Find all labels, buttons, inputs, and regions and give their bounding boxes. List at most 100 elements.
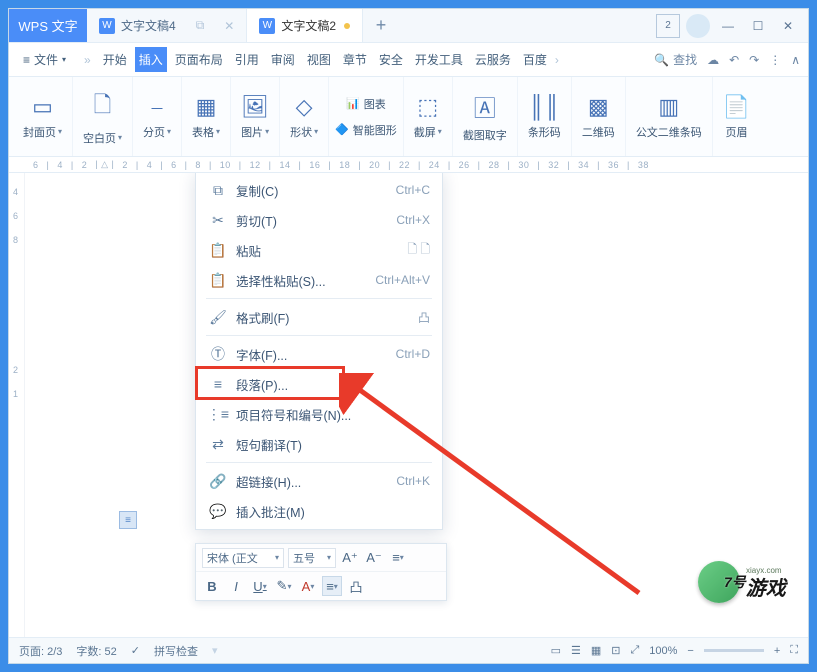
redo-icon[interactable]: ↷: [749, 53, 759, 67]
view-web-icon[interactable]: ▦: [591, 644, 601, 657]
file-label: 文件: [34, 51, 58, 68]
ctx-translate[interactable]: ⇄短句翻译(T): [196, 429, 442, 459]
doc-icon: W: [259, 18, 275, 34]
view-outline-icon[interactable]: ⊡: [611, 644, 620, 657]
ctx-comment[interactable]: 💬插入批注(M): [196, 496, 442, 526]
linespace-button[interactable]: ≡▾: [388, 548, 408, 568]
app-window: WPS 文字 W 文字文稿4 ⧉ ✕ W 文字文稿2 + 2 — ☐ ✕ ≡ 文…: [8, 8, 809, 664]
zoom-slider[interactable]: [704, 649, 764, 652]
menu-review[interactable]: 审阅: [267, 47, 299, 72]
status-page[interactable]: 页面: 2/3: [19, 643, 62, 659]
zoom-in-button[interactable]: +: [774, 645, 780, 657]
ctx-font[interactable]: Ⓣ字体(F)...Ctrl+D: [196, 339, 442, 369]
tool-cover[interactable]: ▭封面页▾: [13, 77, 73, 156]
zoom-value[interactable]: 100%: [649, 645, 677, 657]
page-floating-icon[interactable]: ≡: [119, 511, 137, 529]
document-area[interactable]: 468 21 ≡ ⧉复制(C)Ctrl+C ✂剪切(T)Ctrl+X 📋粘贴🗋 …: [9, 173, 808, 637]
menu-view[interactable]: 视图: [303, 47, 335, 72]
horizontal-ruler[interactable]: 6|4|2| △ |2|4|6|8|10|12|14|16|18|20|22|2…: [9, 157, 808, 173]
tab-close-icon[interactable]: ✕: [224, 19, 234, 33]
indent-button[interactable]: 凸: [346, 576, 366, 596]
italic-button[interactable]: I: [226, 576, 246, 596]
blank-icon: 🗋: [94, 88, 112, 126]
avatar-icon[interactable]: [686, 14, 710, 38]
ctx-copy[interactable]: ⧉复制(C)Ctrl+C: [196, 175, 442, 205]
spellcheck-icon[interactable]: ✓: [131, 644, 140, 657]
status-spellcheck[interactable]: 拼写检查: [154, 643, 198, 659]
tool-blank[interactable]: 🗋空白页▾: [73, 77, 133, 156]
expand-icon[interactable]: ∧: [791, 53, 800, 67]
tool-header[interactable]: 📄页眉: [713, 77, 760, 156]
status-wordcount[interactable]: 字数: 52: [76, 643, 116, 659]
close-button[interactable]: ✕: [776, 14, 800, 38]
font-size-select[interactable]: 五号▾: [288, 548, 336, 568]
view-read-icon[interactable]: ☰: [571, 644, 581, 657]
tool-screenshot[interactable]: ⬚截屏▾: [404, 77, 453, 156]
tab-doc2[interactable]: W 文字文稿2: [247, 9, 363, 42]
menu-devtools[interactable]: 开发工具: [411, 47, 467, 72]
chevron-down-icon: ▾: [62, 55, 66, 64]
vertical-ruler[interactable]: 468 21: [11, 173, 25, 637]
align-button[interactable]: ≡▾: [322, 576, 342, 596]
undo-icon[interactable]: ↶: [729, 53, 739, 67]
grow-font-button[interactable]: A⁺: [340, 548, 360, 568]
comment-icon: 💬: [208, 503, 228, 520]
tool-screentext[interactable]: 🄰截图取字: [453, 77, 518, 156]
ctx-paste-special[interactable]: 📋选择性粘贴(S)...Ctrl+Alt+V: [196, 265, 442, 295]
search-button[interactable]: 🔍查找: [654, 51, 697, 68]
bold-button[interactable]: B: [202, 576, 222, 596]
menu-start[interactable]: 开始: [99, 47, 131, 72]
cloud-icon[interactable]: ☁: [707, 53, 719, 67]
tab-doc4[interactable]: W 文字文稿4 ⧉ ✕: [87, 9, 247, 42]
ctx-paragraph[interactable]: ≡段落(P)...: [196, 369, 442, 399]
mini-toolbar: 宋体 (正文▾ 五号▾ A⁺ A⁻ ≡▾ B I U▾ ✎▾ A▾ ≡▾ 凸: [195, 543, 447, 601]
underline-button[interactable]: U▾: [250, 576, 270, 596]
more-icon[interactable]: ⋮: [769, 53, 781, 67]
tool-chart-smart[interactable]: 📊图表 🔷智能图形: [329, 77, 404, 156]
fullscreen-icon[interactable]: ⛶: [790, 644, 798, 657]
tool-picture[interactable]: 🖼图片▾: [231, 77, 280, 156]
menu-cloud[interactable]: 云服务: [471, 47, 515, 72]
menu-section[interactable]: 章节: [339, 47, 371, 72]
file-menu-button[interactable]: ≡ 文件 ▾: [17, 47, 72, 72]
tool-officialdoc[interactable]: ▥公文二维条码: [626, 77, 713, 156]
title-indicator[interactable]: 2: [656, 14, 680, 38]
tool-qrcode[interactable]: ▩二维码: [572, 77, 626, 156]
shape-icon: ◇: [296, 94, 313, 120]
ctx-hyperlink[interactable]: 🔗超链接(H)...Ctrl+K: [196, 466, 442, 496]
format-icon: 凸: [418, 309, 430, 326]
chart-icon: 📊: [346, 97, 360, 110]
view-print-icon[interactable]: ▭: [551, 644, 561, 657]
tool-barcode[interactable]: ║║条形码: [518, 77, 572, 156]
font-name-select[interactable]: 宋体 (正文▾: [202, 548, 284, 568]
fit-icon[interactable]: ⤢: [630, 644, 639, 657]
window-controls: 2 — ☐ ✕: [656, 9, 808, 42]
doc-icon: W: [99, 18, 115, 34]
menu-baidu[interactable]: 百度: [519, 47, 551, 72]
tool-table[interactable]: ▦表格▾: [182, 77, 231, 156]
overflow-icon[interactable]: »: [84, 53, 91, 67]
tab-close-icon[interactable]: ⧉: [196, 18, 205, 33]
tool-pagebreak[interactable]: ⎯分页▾: [133, 77, 182, 156]
font-color-button[interactable]: A▾: [298, 576, 318, 596]
overflow-icon[interactable]: ›: [555, 53, 559, 67]
maximize-button[interactable]: ☐: [746, 14, 770, 38]
pagebreak-icon: ⎯: [152, 94, 163, 120]
menu-insert[interactable]: 插入: [135, 47, 167, 72]
menu-pagelayout[interactable]: 页面布局: [171, 47, 227, 72]
minimize-button[interactable]: —: [716, 14, 740, 38]
shrink-font-button[interactable]: A⁻: [364, 548, 384, 568]
ctx-format-painter[interactable]: 🖌格式刷(F)凸: [196, 302, 442, 332]
ctx-paste[interactable]: 📋粘贴🗋 🗋: [196, 235, 442, 265]
ctx-bullets[interactable]: ⋮≡项目符号和编号(N)...: [196, 399, 442, 429]
app-badge[interactable]: WPS 文字: [9, 9, 87, 42]
zoom-out-button[interactable]: −: [687, 645, 693, 657]
font-icon: Ⓣ: [208, 344, 228, 364]
menu-security[interactable]: 安全: [375, 47, 407, 72]
tab-label: 文字文稿4: [121, 17, 176, 34]
highlight-button[interactable]: ✎▾: [274, 576, 294, 596]
tab-add-button[interactable]: +: [363, 9, 399, 42]
menu-reference[interactable]: 引用: [231, 47, 263, 72]
ctx-cut[interactable]: ✂剪切(T)Ctrl+X: [196, 205, 442, 235]
tool-shape[interactable]: ◇形状▾: [280, 77, 329, 156]
